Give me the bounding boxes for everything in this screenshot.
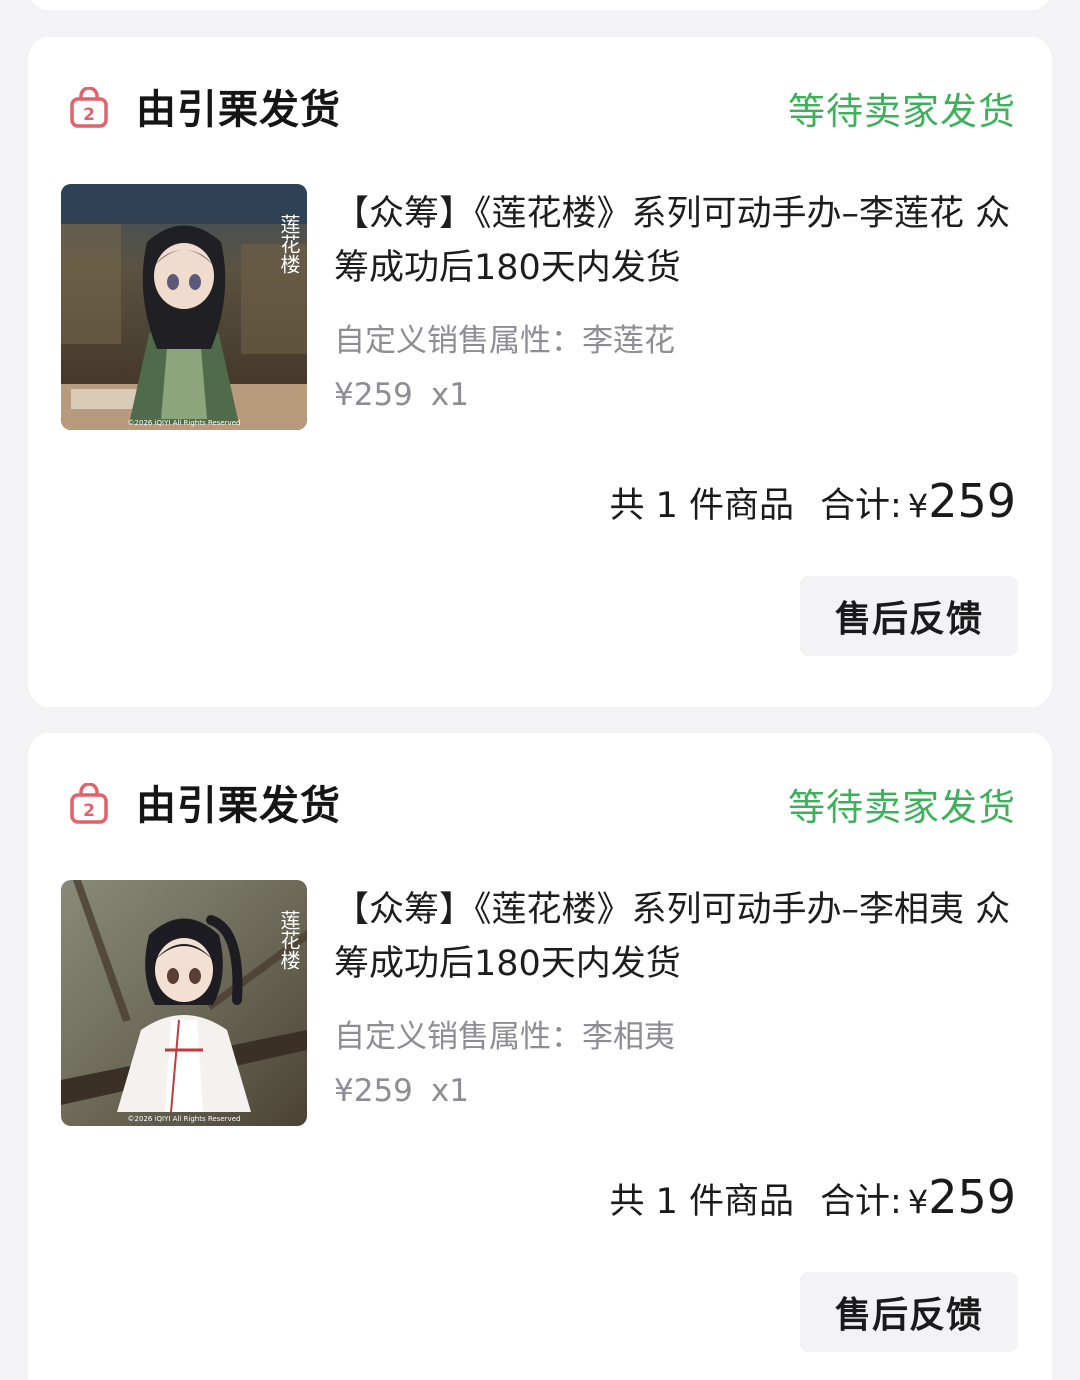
previous-card-edge [28, 0, 1052, 10]
order-total: 259 [928, 1170, 1016, 1224]
price-line: ¥259 x1 [334, 1073, 469, 1109]
product-attribute: 自定义销售属性：李莲花 [334, 323, 675, 359]
shopping-bag-icon: 2 [70, 87, 108, 128]
aftersale-feedback-button[interactable]: 售后反馈 [800, 576, 1018, 656]
order-status: 等待卖家发货 [788, 786, 1016, 829]
order-card: 2 由引栗发货 等待卖家发货 莲花楼 ©2026 iQIYI All Right… [28, 733, 1052, 1380]
order-total: 259 [928, 474, 1016, 528]
shopping-bag-icon: 2 [70, 783, 108, 824]
unit-price: ¥259 [334, 1073, 413, 1109]
currency-symbol: ¥ [907, 487, 929, 525]
series-logo: 莲花楼 [277, 910, 301, 970]
shop-name[interactable]: 由引栗发货 [136, 773, 341, 831]
item-count: 共 1 件商品 [609, 1182, 795, 1222]
figure-photo-lilianhua: 莲花楼 ©2026 iQIYI All Rights Reserved [61, 184, 307, 430]
series-logo: 莲花楼 [277, 214, 301, 274]
order-status: 等待卖家发货 [788, 90, 1016, 133]
sum-label: 合计: [820, 1182, 902, 1222]
shop-name[interactable]: 由引栗发货 [136, 77, 341, 135]
product-attribute: 自定义销售属性：李相夷 [334, 1019, 675, 1055]
order-list-page: 2 由引栗发货 等待卖家发货 莲花楼 ©2026 iQIYI All Right… [0, 0, 1080, 1380]
unit-price: ¥259 [334, 377, 413, 413]
svg-text:2: 2 [83, 105, 95, 125]
figure-photo-lixiangyi: 莲花楼 ©2026 iQIYI All Rights Reserved [61, 880, 307, 1126]
quantity: x1 [430, 1073, 469, 1109]
item-count: 共 1 件商品 [609, 486, 795, 526]
aftersale-feedback-button[interactable]: 售后反馈 [800, 1272, 1018, 1352]
order-summary: 共 1 件商品 合计: ¥259 [610, 1170, 1017, 1224]
product-title[interactable]: 【众筹】《莲花楼》系列可动手办–李相夷 众筹成功后180天内发货 [334, 883, 1024, 991]
currency-symbol: ¥ [907, 1183, 929, 1221]
product-title[interactable]: 【众筹】《莲花楼》系列可动手办–李莲花 众筹成功后180天内发货 [334, 187, 1024, 295]
order-card: 2 由引栗发货 等待卖家发货 莲花楼 ©2026 iQIYI All Right… [28, 37, 1052, 707]
quantity: x1 [430, 377, 469, 413]
copyright-caption: ©2026 iQIYI All Rights Reserved [128, 419, 241, 427]
copyright-caption: ©2026 iQIYI All Rights Reserved [128, 1115, 241, 1123]
product-thumbnail[interactable]: 莲花楼 ©2026 iQIYI All Rights Reserved [61, 880, 307, 1126]
order-summary: 共 1 件商品 合计: ¥259 [610, 474, 1017, 528]
sum-label: 合计: [820, 486, 902, 526]
price-line: ¥259 x1 [334, 377, 469, 413]
svg-text:2: 2 [83, 801, 95, 821]
product-thumbnail[interactable]: 莲花楼 ©2026 iQIYI All Rights Reserved [61, 184, 307, 430]
